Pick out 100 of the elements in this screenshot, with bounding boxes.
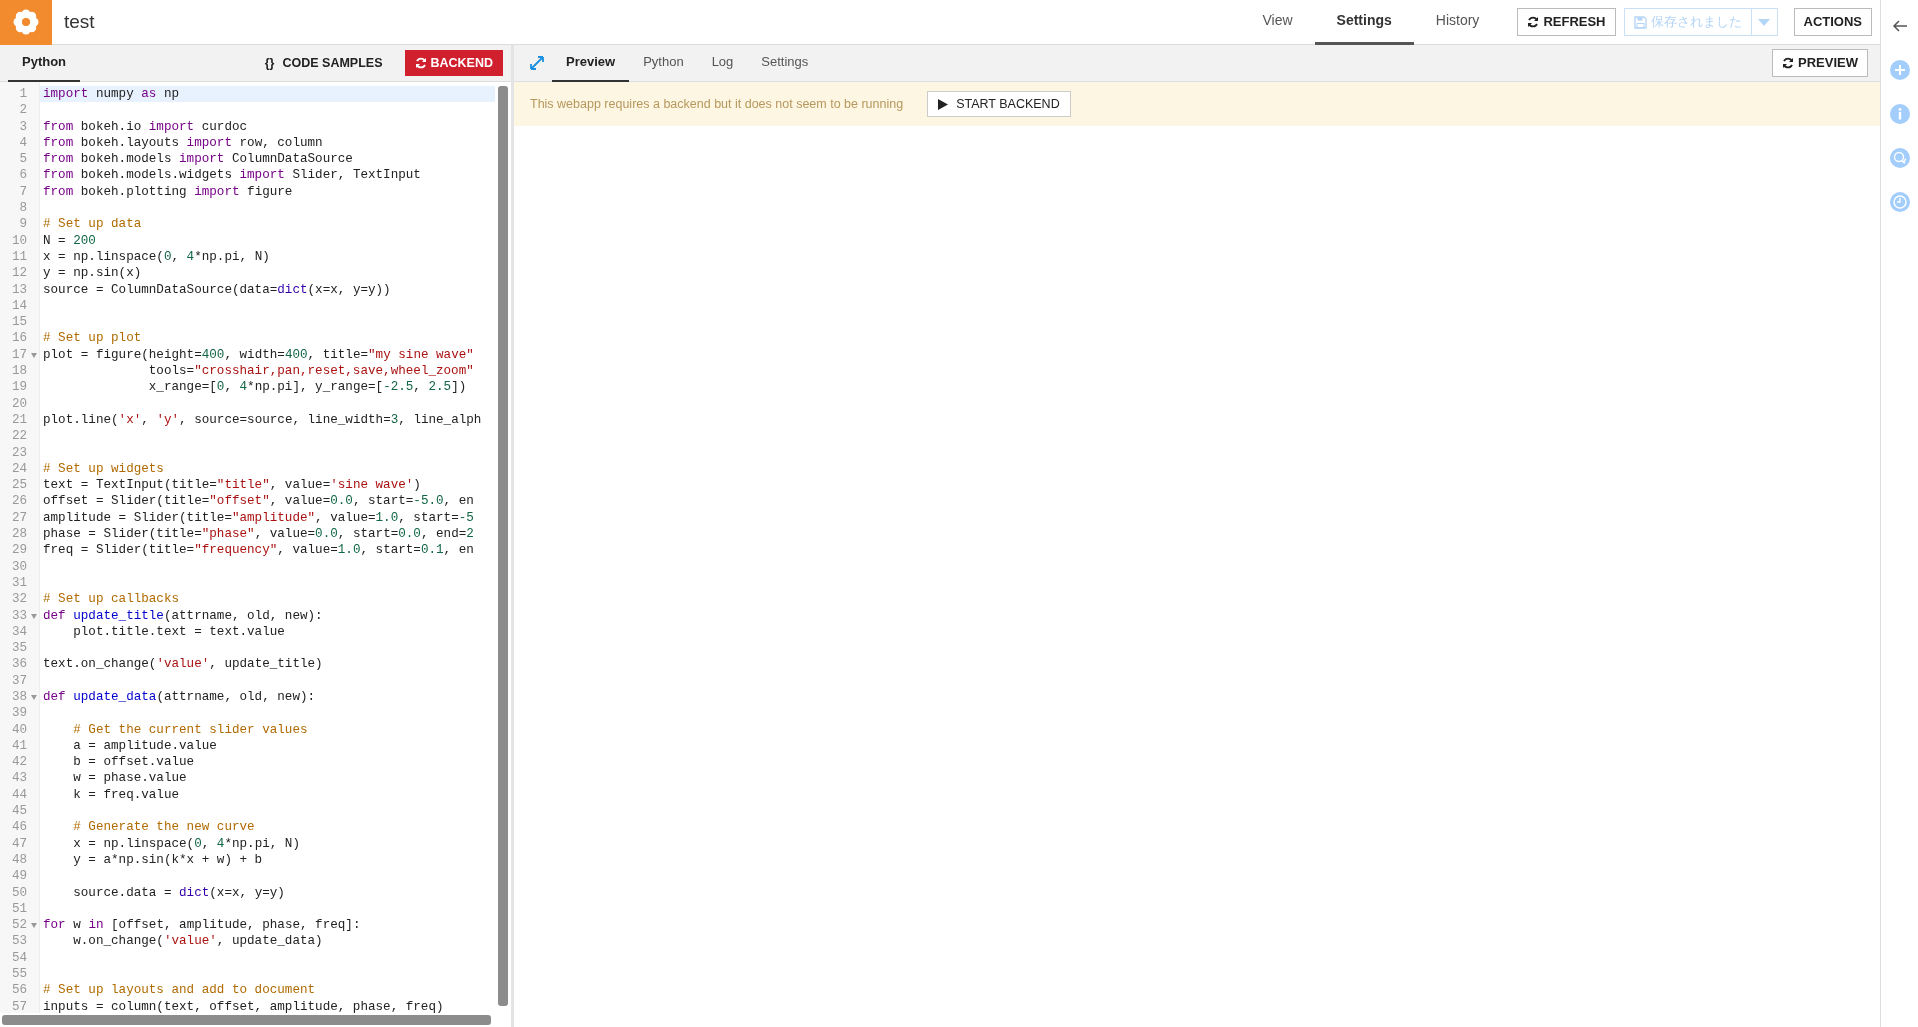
code-line: N = 200 <box>42 232 97 249</box>
line-number: 1 <box>19 86 27 103</box>
code-line: from bokeh.io import curdoc <box>42 118 249 135</box>
code-line: def update_data(attrname, old, new): <box>42 689 317 706</box>
line-number: 15 <box>11 314 27 331</box>
line-number: 7 <box>19 183 27 201</box>
line-number: 51 <box>11 900 27 918</box>
fold-icon[interactable] <box>31 695 37 700</box>
line-number: 48 <box>11 851 27 869</box>
line-number: 3 <box>19 118 27 135</box>
code-line: x = np.linspace(0, 4*np.pi, N) <box>72 835 301 852</box>
code-line: plot.title.text = text.value <box>72 623 286 641</box>
code-line: a = amplitude.value <box>72 737 218 755</box>
code-line: # Set up data <box>42 216 143 233</box>
start-backend-button[interactable]: START BACKEND <box>927 90 1071 118</box>
logo-icon[interactable] <box>0 0 52 45</box>
line-number: 42 <box>11 754 27 771</box>
line-number: 43 <box>11 770 27 787</box>
line-number: 16 <box>11 330 27 347</box>
line-number: 52 <box>11 917 27 934</box>
line-number: 50 <box>11 884 27 901</box>
code-line: # Set up widgets <box>42 460 165 478</box>
line-number: 5 <box>19 151 27 168</box>
code-line: from bokeh.models.widgets import Slider, TextInput <box>42 167 422 184</box>
code-line: freq = Slider(title="frequency", value=1.0, start=0.1, en <box>42 542 475 559</box>
code-line: for w in [offset, amplitude, phase, freq]: <box>42 917 362 934</box>
code-line: # Generate the new curve <box>72 819 256 836</box>
line-number: 20 <box>11 395 27 412</box>
refresh-icon <box>1782 57 1795 69</box>
code-line: x_range=[0, 4*np.pi], y_range=[-2.5, 2.5]) <box>147 379 468 396</box>
horizontal-scrollbar[interactable] <box>2 1015 491 1025</box>
line-number: 37 <box>11 672 27 689</box>
line-number: 55 <box>11 966 27 983</box>
code-line: tools="crosshair,pan,reset,save,wheel_zoom" <box>147 363 475 380</box>
plus-icon[interactable] <box>1889 60 1910 80</box>
code-line: plot.line('x', 'y', source=source, line_width=3, line_alph <box>42 411 483 429</box>
play-icon <box>938 98 949 110</box>
line-number: 18 <box>11 363 27 380</box>
code-line: # Set up callbacks <box>42 591 181 608</box>
fold-icon[interactable] <box>31 923 37 929</box>
code-line: phase = Slider(title="phase", value=0.0, start=0.0, end=2 <box>42 526 475 543</box>
line-number: 4 <box>19 134 27 152</box>
code-line: k = freq.value <box>72 786 181 804</box>
line-number: 34 <box>11 623 27 641</box>
line-number: 24 <box>11 460 27 478</box>
caret-icon <box>1758 18 1770 26</box>
preview-button[interactable]: PREVIEW <box>1772 49 1868 77</box>
line-number: 45 <box>11 803 27 820</box>
vertical-scrollbar[interactable] <box>498 86 508 1006</box>
line-number: 17 <box>11 346 27 364</box>
line-number: 25 <box>11 477 27 494</box>
line-number: 14 <box>11 297 27 315</box>
line-number: 46 <box>11 819 27 836</box>
line-number: 11 <box>11 248 27 266</box>
line-number: 47 <box>11 835 27 852</box>
line-number: 30 <box>11 558 27 575</box>
line-number: 44 <box>11 786 27 804</box>
project-title: test <box>64 9 95 34</box>
code-line: amplitude = Slider(title="amplitude", value=1.0, start=-5 <box>42 509 475 526</box>
line-number: 23 <box>11 444 27 461</box>
code-line: offset = Slider(title="offset", value=0.0, start=-5.0, en <box>42 493 475 510</box>
refresh-icon <box>1527 16 1540 28</box>
backend-button[interactable]: BACKEND <box>404 49 503 77</box>
preview-tab[interactable]: Log <box>697 44 748 82</box>
nav-tab[interactable]: History <box>1413 0 1502 45</box>
code-line: def update_title(attrname, old, new): <box>42 607 324 624</box>
refresh-button[interactable]: REFRESH <box>1517 8 1616 36</box>
fold-icon[interactable] <box>31 352 37 358</box>
line-number: 49 <box>11 868 27 885</box>
code-line: source.data = dict(x=x, y=y) <box>72 884 286 901</box>
code-line: from bokeh.models import ColumnDataSource <box>42 151 354 168</box>
preview-tab[interactable]: Settings <box>747 44 823 82</box>
clock-icon[interactable] <box>1889 192 1910 212</box>
backend-warning: This webapp requires a backend but it does not seem to be running <box>530 95 904 113</box>
line-number: 38 <box>11 689 27 706</box>
line-number: 57 <box>11 998 27 1015</box>
code-line: # Set up layouts and add to document <box>42 982 317 999</box>
line-number: 21 <box>11 411 27 429</box>
actions-button[interactable]: ACTIONS <box>1793 8 1872 36</box>
expand-icon[interactable] <box>530 56 544 70</box>
refresh-icon <box>414 57 427 69</box>
line-number: 19 <box>11 379 27 396</box>
code-line: inputs = column(text, offset, amplitude, phase, freq) <box>42 998 445 1013</box>
line-number: 12 <box>11 265 27 282</box>
code-line: text.on_change('value', update_title) <box>42 656 324 673</box>
code-line: w = phase.value <box>72 770 188 787</box>
code-line: # Get the current slider values <box>72 721 309 738</box>
line-number: 40 <box>11 721 27 738</box>
line-number: 29 <box>11 542 27 559</box>
code-samples-button[interactable]: {} CODE SAMPLES <box>258 52 389 74</box>
line-number: 13 <box>11 281 27 298</box>
code-line: plot = figure(height=400, width=400, title="my sine wave" <box>42 346 475 364</box>
info-icon[interactable] <box>1889 104 1910 124</box>
fold-icon[interactable] <box>31 613 37 619</box>
nav-tab[interactable]: View <box>1240 0 1315 45</box>
line-number: 8 <box>19 200 27 217</box>
preview-tab[interactable]: Python <box>629 44 698 82</box>
line-number: 31 <box>11 574 27 592</box>
code-line: b = offset.value <box>72 754 196 771</box>
line-number: 39 <box>11 705 27 722</box>
